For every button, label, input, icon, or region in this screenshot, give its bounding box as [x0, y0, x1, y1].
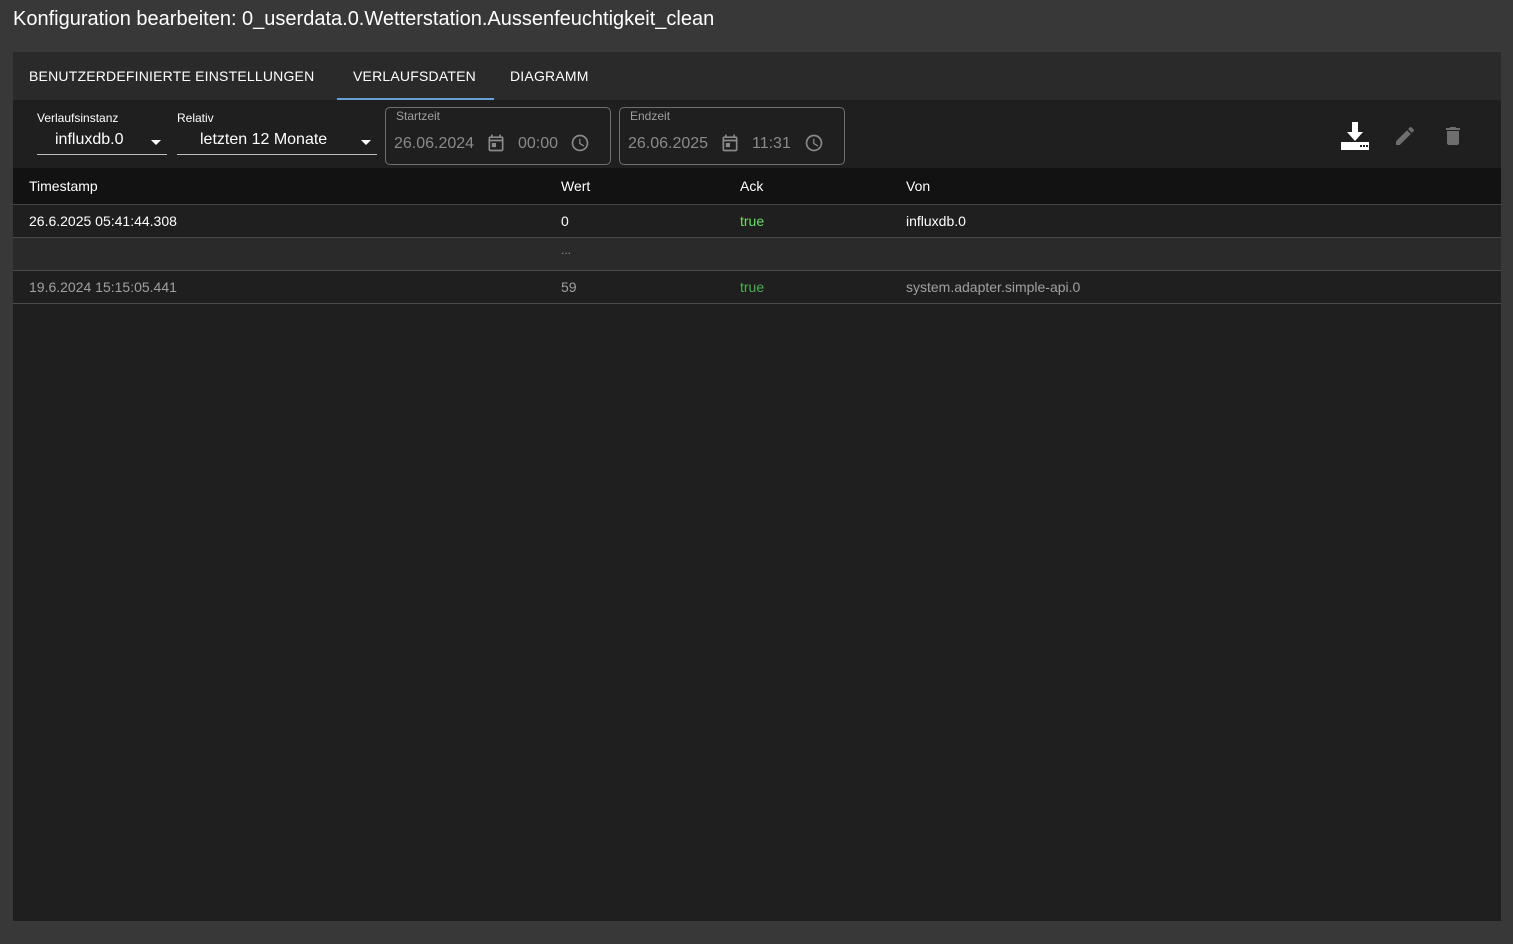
cell-from: system.adapter.simple-api.0 — [906, 279, 1081, 295]
start-time-value[interactable]: 00:00 — [518, 135, 558, 153]
cell-ack: true — [740, 279, 765, 295]
tab-history-data[interactable]: VERLAUFSDATEN — [337, 52, 494, 100]
instance-select-box[interactable]: influxdb.0 — [37, 127, 167, 155]
download-icon[interactable] — [1339, 120, 1371, 152]
tab-bar: BENUTZERDEFINIERTE EINSTELLUNGEN VERLAUF… — [13, 52, 1501, 100]
column-header-timestamp[interactable]: Timestamp — [29, 178, 98, 194]
end-time-value[interactable]: 11:31 — [752, 135, 791, 153]
column-header-from[interactable]: Von — [906, 178, 930, 194]
trash-icon[interactable] — [1441, 124, 1465, 148]
tab-custom-settings[interactable]: BENUTZERDEFINIERTE EINSTELLUNGEN — [13, 52, 330, 100]
calendar-icon[interactable] — [486, 133, 506, 153]
dialog-panel: BENUTZERDEFINIERTE EINSTELLUNGEN VERLAUF… — [13, 52, 1501, 921]
column-header-value[interactable]: Wert — [561, 178, 590, 194]
cell-timestamp: 26.6.2025 05:41:44.308 — [29, 213, 177, 229]
cell-value: 0 — [561, 213, 569, 229]
cell-from: influxdb.0 — [906, 213, 966, 229]
gap-ellipsis: ... — [561, 243, 572, 257]
instance-select-label: Verlaufsinstanz — [37, 111, 119, 125]
cell-ack: true — [740, 213, 765, 229]
relative-select-value: letzten 12 Monate — [200, 131, 328, 148]
table-header: Timestamp Wert Ack Von — [13, 168, 1501, 205]
clock-icon[interactable] — [570, 133, 590, 153]
instance-select-value: influxdb.0 — [55, 131, 124, 148]
start-date-value[interactable]: 26.06.2024 — [394, 135, 474, 153]
relative-select[interactable]: Relativ letzten 12 Monate — [177, 111, 377, 155]
tab-chart[interactable]: DIAGRAMM — [494, 52, 605, 100]
calendar-icon[interactable] — [720, 133, 740, 153]
cell-timestamp: 19.6.2024 15:15:05.441 — [29, 279, 177, 295]
start-time-label: Startzeit — [396, 109, 441, 123]
chevron-down-icon — [151, 140, 161, 145]
cell-value: 59 — [561, 279, 577, 295]
end-date-value[interactable]: 26.06.2025 — [628, 135, 708, 153]
instance-select[interactable]: Verlaufsinstanz influxdb.0 — [37, 111, 167, 155]
table-row[interactable]: 19.6.2024 15:15:05.441 59 true system.ad… — [13, 271, 1501, 304]
column-header-ack[interactable]: Ack — [740, 178, 763, 194]
chevron-down-icon — [361, 140, 371, 145]
pencil-icon[interactable] — [1393, 124, 1417, 148]
dialog-title: Konfiguration bearbeiten: 0_userdata.0.W… — [13, 8, 715, 30]
clock-icon[interactable] — [804, 133, 824, 153]
table-gap-row: ... — [13, 238, 1501, 271]
table-row[interactable]: 26.6.2025 05:41:44.308 0 true influxdb.0 — [13, 205, 1501, 238]
end-time-field[interactable]: Endzeit 26.06.2025 11:31 — [619, 107, 845, 165]
history-toolbar: Verlaufsinstanz influxdb.0 Relativ letzt… — [13, 100, 1501, 168]
relative-select-label: Relativ — [177, 111, 214, 125]
relative-select-box[interactable]: letzten 12 Monate — [177, 127, 377, 155]
start-time-field[interactable]: Startzeit 26.06.2024 00:00 — [385, 107, 611, 165]
end-time-label: Endzeit — [630, 109, 671, 123]
